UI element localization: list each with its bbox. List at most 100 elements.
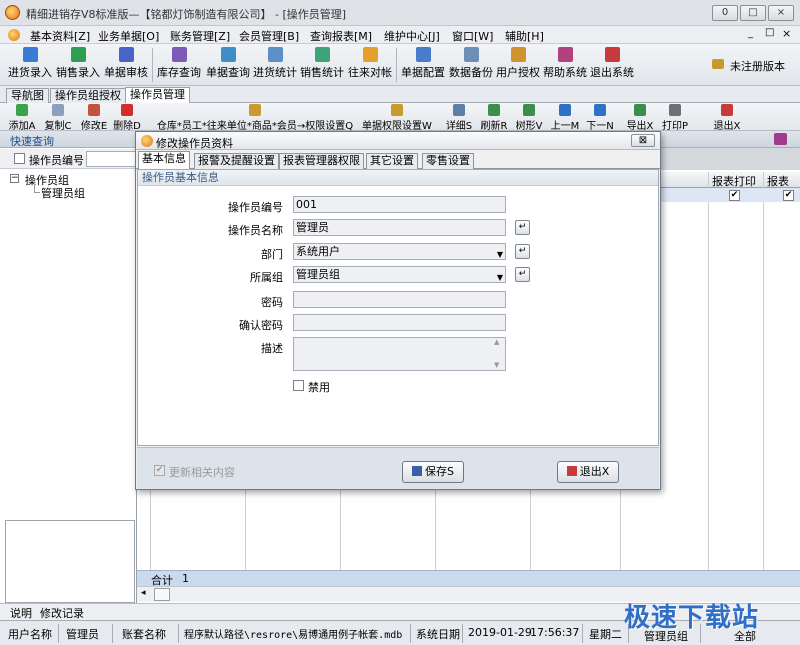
mdi-close-button[interactable]: × [782,27,791,40]
menu-accounts[interactable]: 账务管理[Z] [170,28,230,44]
chevron-down-icon: ▼ [496,250,503,259]
left-lower-panel [5,520,135,603]
detail-grid-icon [453,104,465,116]
department-select[interactable]: 系统用户 ▼ [293,243,506,260]
doc-config-button[interactable]: 单据配置 [400,47,446,83]
tree-collapse-icon[interactable]: − [10,174,19,183]
edit-icon [88,104,100,116]
help-book-icon[interactable] [774,133,787,145]
dialog-title-bar: 修改操作员资料 ⊠ [136,132,660,150]
operator-code-filter-input[interactable] [86,151,136,167]
disable-checkbox[interactable] [293,380,304,391]
delete-button[interactable]: 删除D [112,104,142,132]
printer-icon [669,104,681,116]
prev-button[interactable]: 上一M [550,104,580,132]
purchase-stats-button[interactable]: 进货统计 [252,47,298,83]
scroll-up-icon[interactable]: ▲ [494,338,499,346]
doc-permission-button[interactable]: 单据权限设置W [362,104,432,132]
tab-basic-info[interactable]: 基本信息 [138,151,190,170]
stock-query-button[interactable]: 库存查询 [156,47,202,83]
detail-button[interactable]: 详细S [444,104,474,132]
report-print-checkbox[interactable]: ✔ [729,190,740,201]
operator-name-field[interactable]: 管理员 [293,219,506,236]
description-field[interactable] [293,337,506,371]
close-button[interactable]: × [768,5,794,21]
data-backup-button[interactable]: 数据备份 [448,47,494,83]
group-select[interactable]: 管理员组 ▼ [293,266,506,283]
user-label: 用户名称 [8,628,52,641]
mdi-restore-button[interactable]: □ [765,27,774,38]
copy-button[interactable]: 复制C [42,104,74,132]
scroll-left-icon[interactable]: ◂ [141,588,146,598]
menu-maintenance[interactable]: 维护中心[J] [384,28,440,44]
status-divider [58,624,59,643]
name-picker-button[interactable]: ↵ [515,220,530,235]
tab-description[interactable]: 说明 [10,605,32,621]
department-picker-button[interactable]: ↵ [515,244,530,259]
scroll-thumb[interactable] [154,588,170,601]
basic-info-panel: 操作员基本信息 操作员编号 001 操作员名称 管理员 ↵ 部门 系统用户 ▼ ↵… [137,169,659,446]
tab-change-log[interactable]: 修改记录 [40,605,84,621]
save-button[interactable]: 保存S [402,461,464,483]
menu-basic-data[interactable]: 基本资料[Z] [30,28,90,44]
tab-group-auth[interactable]: 操作员组授权 [50,88,126,103]
report-checkbox[interactable]: ✔ [783,190,794,201]
update-related-checkbox[interactable]: ✔ [154,465,165,476]
tab-alerts[interactable]: 报警及提醒设置 [194,153,279,169]
doc-audit-button[interactable]: 单据审核 [104,47,148,83]
exit-dialog-button[interactable]: 退出X [557,461,619,483]
weekday: 星期二 [589,628,622,641]
account-reconcile-button[interactable]: 往来对帐 [347,47,393,83]
key-icon [249,104,261,116]
edit-button[interactable]: 修改E [78,104,110,132]
purchase-entry-icon [22,47,38,62]
refresh-button[interactable]: 刷新R [479,104,509,132]
next-button[interactable]: 下一N [585,104,615,132]
resource-permission-button[interactable]: 仓库*员工*往来单位*商品*会员→权限设置Q [150,104,360,132]
add-button[interactable]: 添加A [6,104,38,132]
col-header-report-print[interactable]: 报表打印 [712,173,756,189]
menu-window[interactable]: 窗口[W] [452,28,493,44]
tab-retail-settings[interactable]: 零售设置 [422,153,474,169]
purchase-entry-button[interactable]: 进货录入 [8,47,52,83]
menu-reports[interactable]: 查询报表[M] [310,28,372,44]
scroll-down-icon[interactable]: ▼ [494,361,499,369]
arrow-left-icon [559,104,571,116]
tree-view-button[interactable]: 树形V [514,104,544,132]
password-label: 密码 [261,296,283,309]
confirm-password-field[interactable] [293,314,506,331]
export-button[interactable]: 导出X [625,104,655,132]
group-picker-button[interactable]: ↵ [515,267,530,282]
tab-navigation[interactable]: 导航图 [6,88,49,103]
exit-button[interactable]: 退出X [712,104,742,132]
sales-entry-button[interactable]: 销售录入 [56,47,100,83]
menu-members[interactable]: 会员管理[B] [239,28,299,44]
tab-report-permissions[interactable]: 报表管理器权限 [279,153,364,169]
refresh-icon [488,104,500,116]
menu-help[interactable]: 辅助[H] [505,28,544,44]
grid-column-line [708,172,709,570]
tab-other-settings[interactable]: 其它设置 [366,153,418,169]
window-title: 精细进销存V8标准版—【铭都灯饰制造有限公司】 - [操作员管理] [26,8,347,21]
doc-audit-icon [118,47,134,62]
mdi-minimize-button[interactable]: _ [748,28,753,39]
group-label: 所属组 [250,271,283,284]
password-field[interactable] [293,291,506,308]
department-label: 部门 [261,248,283,261]
user-auth-button[interactable]: 用户授权 [495,47,541,83]
tree-node-admin-group[interactable]: 管理员组 [41,185,85,201]
dialog-close-button[interactable]: ⊠ [631,134,655,147]
col-header-report[interactable]: 报表 [767,173,789,189]
operator-code-field[interactable]: 001 [293,196,506,213]
help-system-button[interactable]: 帮助系统 [542,47,588,83]
operator-code-checkbox[interactable] [14,153,25,164]
doc-query-button[interactable]: 单据查询 [205,47,251,83]
maximize-button[interactable]: □ [740,5,766,21]
print-button[interactable]: 打印P [660,104,690,132]
menu-business-docs[interactable]: 业务单据[O] [98,28,159,44]
sales-stats-button[interactable]: 销售统计 [299,47,345,83]
exit-system-button[interactable]: 退出系统 [589,47,635,83]
save-disk-icon [412,466,422,476]
minimize-button[interactable]: 0 [712,5,738,21]
tab-operator-management[interactable]: 操作员管理 [125,87,190,104]
